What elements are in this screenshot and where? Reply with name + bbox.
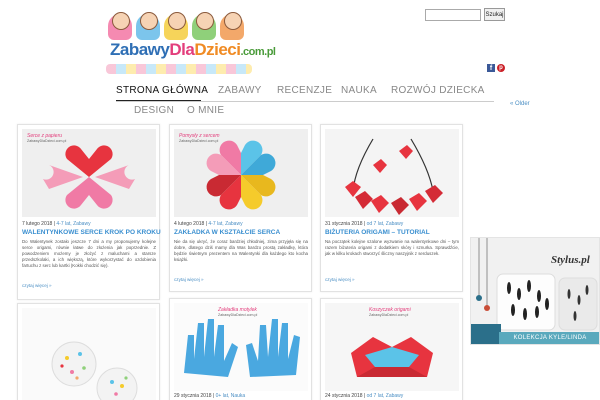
post-thumbnail[interactable]: Koszyczek origami ZabawyDlaDzieci.com.pl (325, 303, 459, 391)
nav-strona-glowna[interactable]: Strona Główna (116, 85, 208, 96)
older-posts-link[interactable]: « Older (510, 101, 530, 107)
paper-hands-image (184, 319, 300, 377)
nav-design[interactable]: Design (134, 105, 174, 116)
search-button[interactable]: Szukaj (484, 8, 505, 21)
post-thumbnail[interactable] (325, 129, 459, 217)
post-title[interactable]: BIŻUTERIA ORIGAMI – TUTORIAL (325, 229, 430, 236)
site-logo[interactable]: ZabawyDlaDzieci.com.pl (102, 8, 276, 78)
logo-wordmark: ZabawyDlaDzieci.com.pl (110, 40, 276, 59)
post-meta: 31 stycznia 2018 | od 7 lat, Zabawy (325, 221, 404, 227)
read-more-link[interactable]: czytaj więcej » (22, 283, 52, 288)
post-categories[interactable]: 0+ lat, Nauka (216, 393, 246, 399)
origami-clover-image (206, 140, 276, 210)
post-categories[interactable]: 4-7 lat, Zabawy (56, 221, 90, 227)
post-categories[interactable]: od 7 lat, Zabawy (367, 393, 404, 399)
post-title[interactable]: WALENTYNKOWE SERCE KROK PO KROKU (22, 229, 161, 236)
post-card (17, 303, 160, 400)
post-card: Koszyczek origami ZabawyDlaDzieci.com.pl… (320, 298, 463, 400)
post-card: 31 stycznia 2018 | od 7 lat, Zabawy BIŻU… (320, 124, 463, 292)
post-meta: 29 stycznia 2018 | 0+ lat, Nauka (174, 393, 246, 399)
post-card: Zakładka motylek ZabawyDlaDzieci.com.pl … (169, 298, 312, 400)
confetti-balloons-image (51, 341, 138, 400)
nav-nauka[interactable]: Nauka (341, 85, 377, 96)
pinterest-icon[interactable]: p (497, 64, 505, 72)
post-title[interactable]: ZAKŁADKA W KSZTAŁCIE SERCA (174, 229, 280, 236)
logo-kids-illustration (104, 10, 252, 42)
origami-basket-image (351, 337, 433, 377)
facebook-icon[interactable]: f (487, 64, 495, 72)
post-excerpt: Na początek kolejne szalone wyzwanie na … (325, 239, 459, 256)
post-categories[interactable]: 4-7 lat, Zabawy (208, 221, 242, 227)
ad-banner[interactable]: KOLEKCJA KYLE/LINDA (499, 332, 599, 344)
post-meta: 24 stycznia 2018 | od 7 lat, Zabawy (325, 393, 404, 399)
origami-necklace-image (345, 138, 443, 215)
post-meta: 4 lutego 2018 | 4-7 lat, Zabawy (174, 221, 243, 227)
logo-stripe (106, 64, 252, 74)
social-links: f p (487, 64, 505, 72)
post-thumbnail[interactable]: Zakładka motylek ZabawyDlaDzieci.com.pl (174, 303, 308, 391)
post-excerpt: Do Walentynek zostało jeszcze 7 dni a my… (22, 239, 156, 268)
post-categories[interactable]: od 7 lat, Zabawy (367, 221, 404, 227)
post-card: Serce z papieru ZabawyDlaDzieci.com.pl 7… (17, 124, 161, 300)
stylus-advertisement[interactable]: Stylus.pl KOLEKCJA KYLE/LINDA (470, 237, 600, 345)
post-excerpt: Nie da się ukryć, że coraz bardziej chło… (174, 239, 308, 262)
post-thumbnail[interactable] (22, 308, 156, 400)
origami-hearts-image (43, 145, 135, 209)
post-card: Pomysły z sercem ZabawyDlaDzieci.com.pl … (169, 124, 312, 292)
post-thumbnail[interactable]: Pomysły z sercem ZabawyDlaDzieci.com.pl (174, 129, 308, 217)
page: ZabawyDlaDzieci.com.pl Szukaj f p Strona… (0, 0, 600, 400)
post-thumbnail[interactable]: Serce z papieru ZabawyDlaDzieci.com.pl (22, 129, 156, 217)
read-more-link[interactable]: czytaj więcej » (325, 277, 355, 282)
nav-recenzje[interactable]: Recenzje (277, 85, 332, 96)
read-more-link[interactable]: czytaj więcej » (174, 277, 204, 282)
nav-zabawy[interactable]: Zabawy (218, 85, 262, 96)
nav-o-mnie[interactable]: O mnie (187, 105, 224, 116)
nav-divider (116, 101, 494, 102)
nav-rozwoj-dziecka[interactable]: Rozwój dziecka (391, 85, 485, 96)
ad-brand: Stylus.pl (551, 254, 590, 266)
search-input[interactable] (425, 9, 481, 21)
post-meta: 7 lutego 2018 | 4-7 lat, Zabawy (22, 221, 91, 227)
